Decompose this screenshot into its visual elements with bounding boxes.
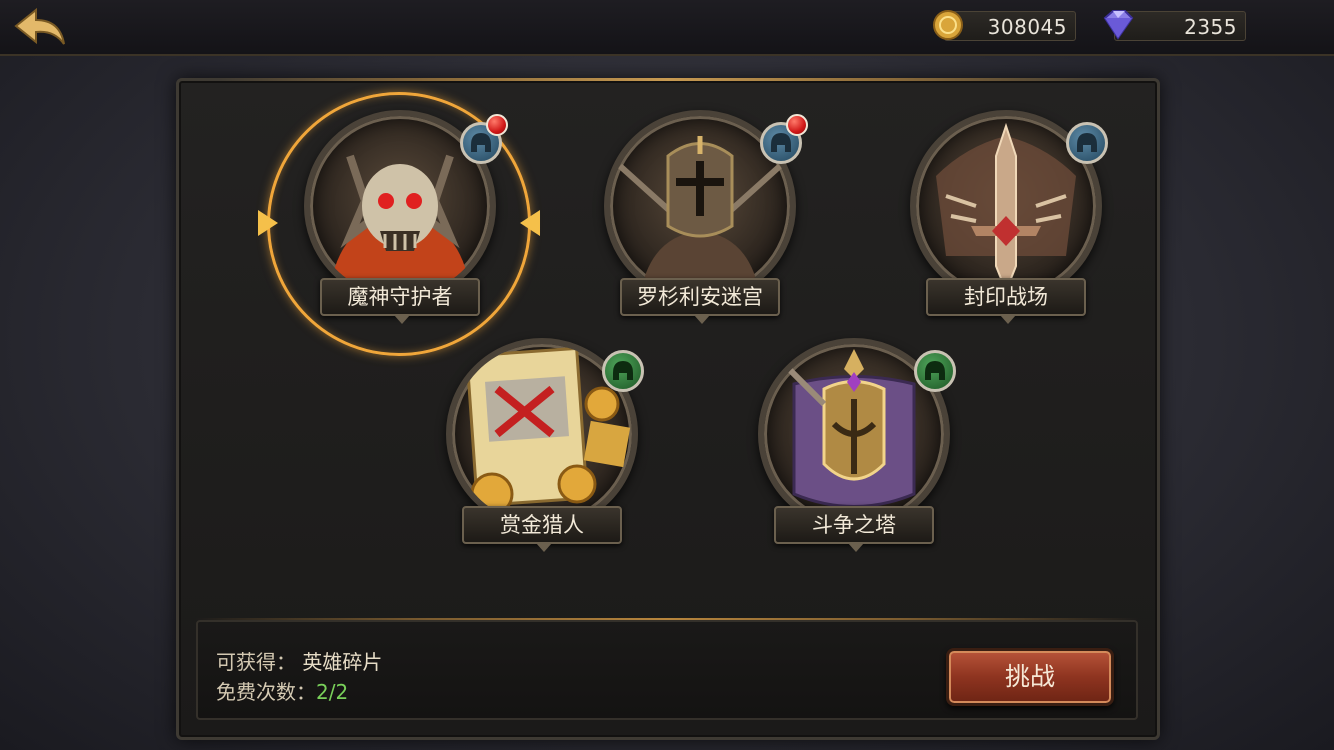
mode-label: 罗杉利安迷宫 — [620, 278, 780, 324]
alert-dot — [786, 114, 808, 136]
back-arrow-icon — [14, 7, 65, 45]
mode-struggle-tower[interactable]: 斗争之塔 — [744, 338, 964, 568]
mode-label: 斗争之塔 — [774, 506, 934, 552]
back-button[interactable] — [10, 6, 70, 50]
gold-counter: 308045 — [933, 10, 1076, 41]
helmet-icon — [613, 361, 633, 380]
selection-arrow-left-icon — [258, 210, 278, 236]
diamond-icon — [1103, 10, 1134, 40]
selection-arrow-right-icon — [520, 210, 540, 236]
diamond-counter: 2355 — [1103, 10, 1246, 41]
mode-type-badge — [1066, 122, 1108, 164]
mode-sealed-battlefield[interactable]: 封印战场 — [896, 110, 1116, 340]
mode-type-badge — [602, 350, 644, 392]
challenge-button[interactable]: 挑战 — [946, 648, 1114, 706]
gold-coin-icon — [933, 10, 963, 40]
info-bar: 可获得： 英雄碎片 免费次数：2/2 挑战 — [196, 620, 1138, 720]
helmet-icon — [1077, 133, 1097, 152]
reward-row: 可获得： 英雄碎片 — [216, 646, 382, 675]
reward-value: 英雄碎片 — [302, 650, 383, 674]
mode-label: 魔神守护者 — [320, 278, 480, 324]
top-bar: 308045 2355 — [0, 0, 1334, 56]
gold-amount: 308045 — [987, 15, 1067, 39]
alert-dot — [486, 114, 508, 136]
diamond-amount: 2355 — [1184, 15, 1237, 39]
mode-bounty-hunter[interactable]: 赏金猎人 — [432, 338, 652, 568]
mode-label: 赏金猎人 — [462, 506, 622, 552]
mode-type-badge — [914, 350, 956, 392]
free-attempts-value: 2/2 — [316, 680, 349, 704]
reward-label: 可获得： — [216, 650, 296, 674]
free-attempts-row: 免费次数：2/2 — [216, 676, 348, 705]
mode-label: 封印战场 — [926, 278, 1086, 324]
mode-demon-guardian[interactable]: 魔神守护者 — [290, 110, 510, 340]
free-attempts-label: 免费次数： — [216, 680, 316, 704]
mode-labyrinth[interactable]: 罗杉利安迷宫 — [590, 110, 810, 340]
panel-trim — [219, 78, 1117, 81]
helmet-icon — [925, 361, 945, 380]
